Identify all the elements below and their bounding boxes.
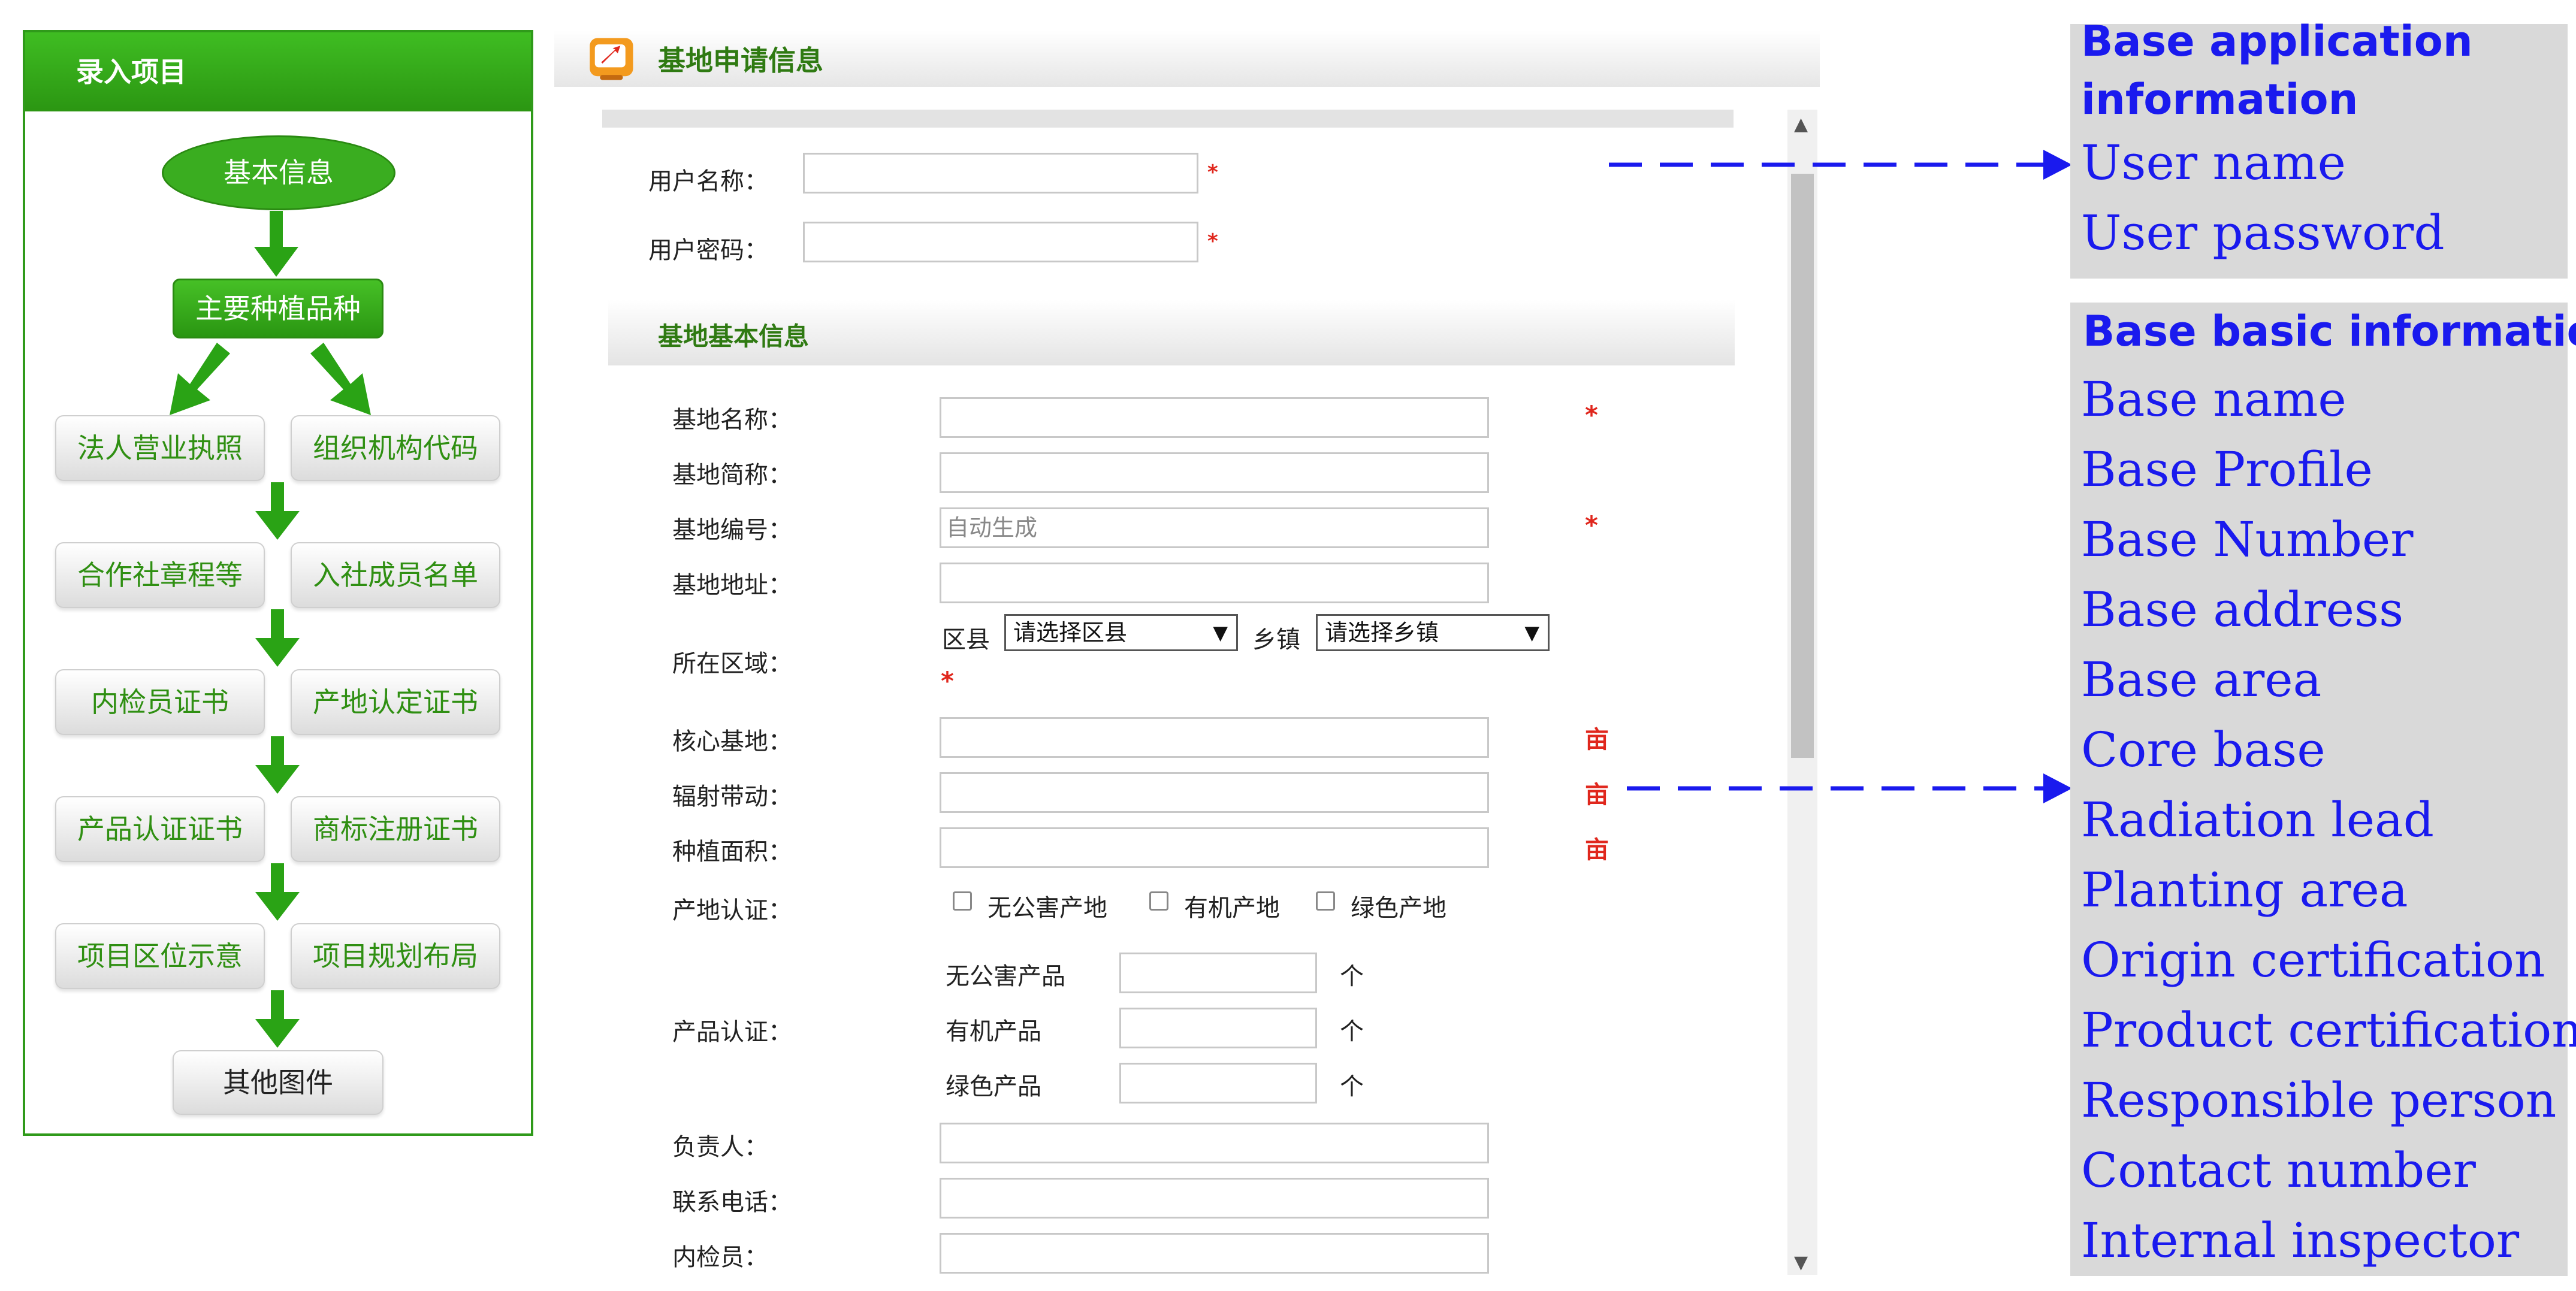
legend-item: Base Number <box>2081 512 2414 567</box>
legend-app-info-heading-2: information <box>2081 75 2358 124</box>
legend-item: Internal inspector <box>2081 1213 2520 1268</box>
legend-item: Contact number <box>2081 1142 2476 1198</box>
legend-user-password: User password <box>2081 205 2445 261</box>
legend-item: Base name <box>2081 371 2347 427</box>
legend-item: Core base <box>2081 722 2326 778</box>
legend-item: Base address <box>2081 582 2404 637</box>
legend-item: Origin certification <box>2081 932 2545 988</box>
legend-app-info-heading-1: Base application <box>2081 17 2473 66</box>
legend-item: Product certification <box>2081 1002 2576 1058</box>
legend-item: Base Profile <box>2081 442 2373 497</box>
arrow-right-icon <box>2043 773 2072 803</box>
legend-basic-info-heading: Base basic information <box>2083 307 2576 356</box>
arrow-right-icon <box>2043 150 2072 180</box>
legend-item: Planting area <box>2081 862 2408 918</box>
legend-item: Base area <box>2081 652 2322 708</box>
legend-item: Responsible person <box>2081 1072 2557 1128</box>
legend-user-name: User name <box>2081 135 2346 191</box>
legend-item: Radiation lead <box>2081 792 2434 848</box>
